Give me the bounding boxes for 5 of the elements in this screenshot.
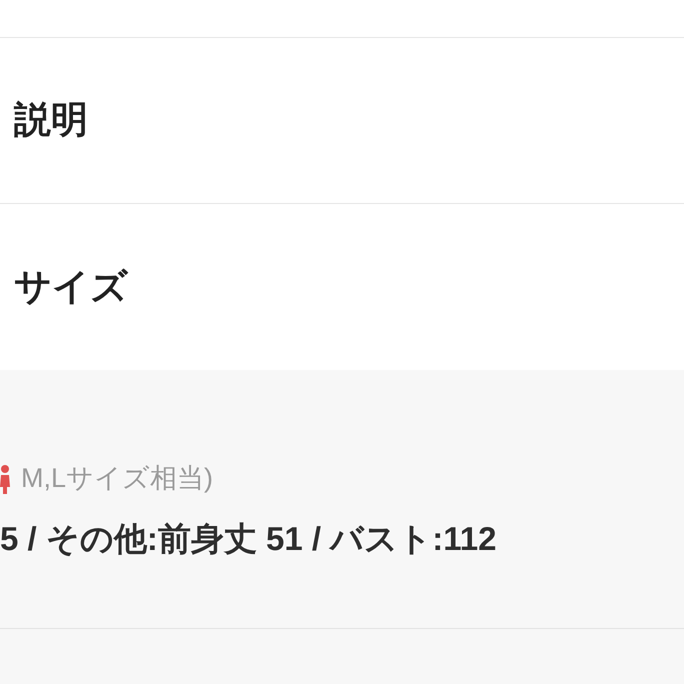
person-icon xyxy=(0,464,10,494)
measurements-text: 5 / その他:前身丈 51 / バスト:112 xyxy=(0,520,498,558)
size-note: M,Lサイズ相当) xyxy=(21,464,213,494)
section-heading: 説明 xyxy=(14,100,88,141)
section-heading: サイズ xyxy=(14,266,128,308)
